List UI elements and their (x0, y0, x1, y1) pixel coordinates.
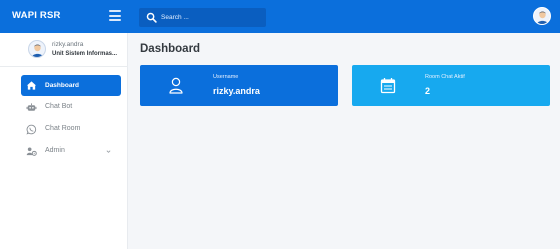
sidebar-item-label: Chat Bot (45, 103, 73, 110)
sidebar-item-label: Dashboard (45, 82, 79, 89)
sidebar-item-admin[interactable]: Admin (21, 141, 121, 162)
sidebar-item-label: Admin (45, 147, 65, 154)
user-icon (169, 77, 183, 94)
whatsapp-icon (26, 124, 37, 135)
info-box-value: 2 (425, 86, 431, 96)
sidebar-item-chat-bot[interactable]: Chat Bot (21, 97, 121, 118)
sidebar: rizky.andra Unit Sistem Informas... Dash… (0, 33, 128, 249)
avatar-icon (536, 11, 549, 24)
top-navbar: WAPI RSR (0, 0, 560, 33)
sidebar-nav: Dashboard Chat Bot Chat Room Admin (21, 75, 121, 163)
search-input[interactable] (161, 11, 261, 24)
info-box-label: Room Chat Aktif (425, 74, 465, 80)
search-icon[interactable] (146, 12, 157, 23)
sidebar-user-unit: Unit Sistem Informas... (52, 51, 118, 57)
sidebar-user-name[interactable]: rizky.andra (52, 41, 83, 48)
menu-toggle-icon[interactable] (109, 10, 121, 21)
user-panel: rizky.andra Unit Sistem Informas... (0, 33, 128, 67)
info-box-username: Username rizky.andra (140, 65, 338, 106)
calendar-icon (380, 78, 396, 94)
user-avatar-button[interactable] (533, 7, 551, 25)
brand: WAPI RSR (0, 0, 128, 33)
info-box-label: Username (213, 74, 239, 80)
chevron-down-icon (106, 150, 111, 153)
brand-name[interactable]: WAPI RSR (12, 10, 61, 21)
users-gear-icon (26, 147, 37, 156)
info-box-value: rizky.andra (213, 86, 260, 96)
avatar-icon (31, 44, 44, 57)
sidebar-item-chat-room[interactable]: Chat Room (21, 119, 121, 140)
home-icon (26, 81, 37, 90)
search-box (139, 8, 266, 27)
info-box-room-chat: Room Chat Aktif 2 (352, 65, 550, 106)
robot-icon (26, 103, 37, 111)
sidebar-avatar (28, 40, 46, 58)
sidebar-item-label: Chat Room (45, 125, 81, 132)
sidebar-item-dashboard[interactable]: Dashboard (21, 75, 121, 96)
page-title: Dashboard (140, 43, 201, 55)
